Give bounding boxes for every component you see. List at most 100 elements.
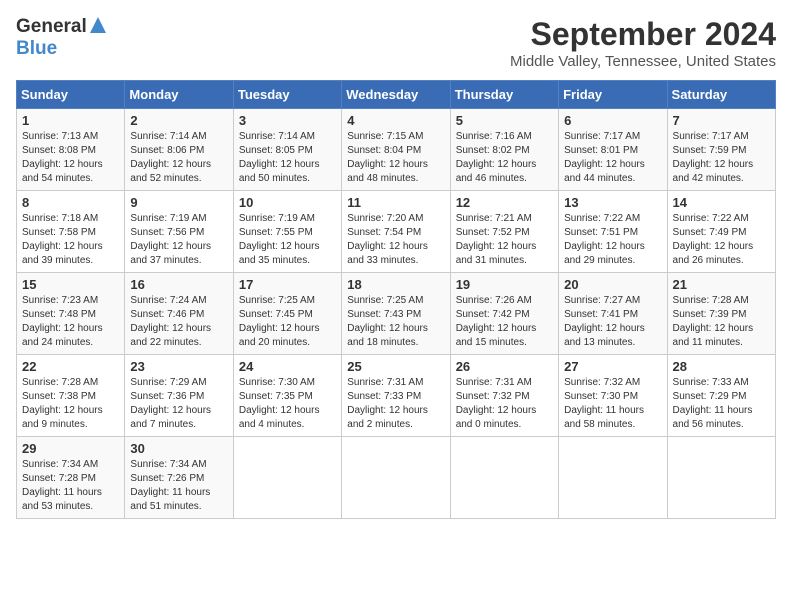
day-number: 2: [130, 113, 227, 128]
day-number: 21: [673, 277, 770, 292]
calendar-cell: 26 Sunrise: 7:31 AMSunset: 7:32 PMDayligh…: [450, 355, 558, 437]
calendar-cell: 19 Sunrise: 7:26 AMSunset: 7:42 PMDayligh…: [450, 273, 558, 355]
day-number: 20: [564, 277, 661, 292]
calendar-week-3: 15 Sunrise: 7:23 AMSunset: 7:48 PMDayligh…: [17, 273, 776, 355]
day-info: Sunrise: 7:22 AMSunset: 7:49 PMDaylight:…: [673, 213, 754, 266]
day-number: 27: [564, 359, 661, 374]
header: General Blue September 2024 Middle Valle…: [16, 16, 776, 70]
day-info: Sunrise: 7:17 AMSunset: 8:01 PMDaylight:…: [564, 131, 645, 184]
calendar-week-2: 8 Sunrise: 7:18 AMSunset: 7:58 PMDaylight…: [17, 191, 776, 273]
header-wednesday: Wednesday: [342, 81, 450, 109]
day-number: 13: [564, 195, 661, 210]
day-info: Sunrise: 7:31 AMSunset: 7:32 PMDaylight:…: [456, 377, 537, 430]
calendar-cell: [450, 437, 558, 519]
header-thursday: Thursday: [450, 81, 558, 109]
day-info: Sunrise: 7:17 AMSunset: 7:59 PMDaylight:…: [673, 131, 754, 184]
calendar-cell: 2Sunrise: 7:14 AMSunset: 8:06 PMDaylight…: [125, 109, 233, 191]
calendar-cell: 15 Sunrise: 7:23 AMSunset: 7:48 PMDayligh…: [17, 273, 125, 355]
day-info: Sunrise: 7:28 AMSunset: 7:38 PMDaylight:…: [22, 377, 103, 430]
logo-triangle-icon: [89, 16, 107, 34]
day-info: Sunrise: 7:25 AMSunset: 7:45 PMDaylight:…: [239, 295, 320, 348]
day-number: 15: [22, 277, 119, 292]
calendar-cell: 10Sunrise: 7:19 AMSunset: 7:55 PMDayligh…: [233, 191, 341, 273]
calendar-cell: 3Sunrise: 7:14 AMSunset: 8:05 PMDaylight…: [233, 109, 341, 191]
day-info: Sunrise: 7:24 AMSunset: 7:46 PMDaylight:…: [130, 295, 211, 348]
day-number: 16: [130, 277, 227, 292]
day-number: 8: [22, 195, 119, 210]
calendar-cell: 1 Sunrise: 7:13 AMSunset: 8:08 PMDaylight…: [17, 109, 125, 191]
day-info: Sunrise: 7:32 AMSunset: 7:30 PMDaylight:…: [564, 377, 644, 430]
header-saturday: Saturday: [667, 81, 775, 109]
day-number: 25: [347, 359, 444, 374]
day-info: Sunrise: 7:23 AMSunset: 7:48 PMDaylight:…: [22, 295, 103, 348]
day-info: Sunrise: 7:27 AMSunset: 7:41 PMDaylight:…: [564, 295, 645, 348]
calendar-cell: 28 Sunrise: 7:33 AMSunset: 7:29 PMDayligh…: [667, 355, 775, 437]
header-friday: Friday: [559, 81, 667, 109]
calendar-cell: 29 Sunrise: 7:34 AMSunset: 7:28 PMDayligh…: [17, 437, 125, 519]
day-number: 17: [239, 277, 336, 292]
day-number: 18: [347, 277, 444, 292]
day-number: 1: [22, 113, 119, 128]
calendar-subtitle: Middle Valley, Tennessee, United States: [510, 53, 776, 70]
day-info: Sunrise: 7:16 AMSunset: 8:02 PMDaylight:…: [456, 131, 537, 184]
day-number: 10: [239, 195, 336, 210]
title-area: September 2024 Middle Valley, Tennessee,…: [510, 16, 776, 70]
calendar-cell: [233, 437, 341, 519]
calendar-cell: 20 Sunrise: 7:27 AMSunset: 7:41 PMDayligh…: [559, 273, 667, 355]
day-number: 23: [130, 359, 227, 374]
calendar-cell: 16 Sunrise: 7:24 AMSunset: 7:46 PMDayligh…: [125, 273, 233, 355]
day-info: Sunrise: 7:28 AMSunset: 7:39 PMDaylight:…: [673, 295, 754, 348]
calendar-cell: 22Sunrise: 7:28 AMSunset: 7:38 PMDayligh…: [17, 355, 125, 437]
day-number: 28: [673, 359, 770, 374]
logo: General Blue: [16, 16, 107, 60]
logo-blue-text: Blue: [16, 38, 57, 60]
day-number: 6: [564, 113, 661, 128]
day-info: Sunrise: 7:25 AMSunset: 7:43 PMDaylight:…: [347, 295, 428, 348]
day-number: 26: [456, 359, 553, 374]
day-number: 11: [347, 195, 444, 210]
calendar-cell: 18 Sunrise: 7:25 AMSunset: 7:43 PMDayligh…: [342, 273, 450, 355]
calendar-header-row: SundayMondayTuesdayWednesdayThursdayFrid…: [17, 81, 776, 109]
day-info: Sunrise: 7:29 AMSunset: 7:36 PMDaylight:…: [130, 377, 211, 430]
calendar-title: September 2024: [510, 16, 776, 53]
day-info: Sunrise: 7:34 AMSunset: 7:26 PMDaylight:…: [130, 459, 210, 512]
day-info: Sunrise: 7:22 AMSunset: 7:51 PMDaylight:…: [564, 213, 645, 266]
calendar-cell: 24Sunrise: 7:30 AMSunset: 7:35 PMDayligh…: [233, 355, 341, 437]
day-info: Sunrise: 7:15 AMSunset: 8:04 PMDaylight:…: [347, 131, 428, 184]
day-number: 14: [673, 195, 770, 210]
calendar-table: SundayMondayTuesdayWednesdayThursdayFrid…: [16, 80, 776, 519]
calendar-cell: [342, 437, 450, 519]
day-info: Sunrise: 7:26 AMSunset: 7:42 PMDaylight:…: [456, 295, 537, 348]
calendar-cell: 4 Sunrise: 7:15 AMSunset: 8:04 PMDaylight…: [342, 109, 450, 191]
calendar-cell: 11 Sunrise: 7:20 AMSunset: 7:54 PMDayligh…: [342, 191, 450, 273]
logo-general-text: General: [16, 16, 87, 38]
day-info: Sunrise: 7:33 AMSunset: 7:29 PMDaylight:…: [673, 377, 753, 430]
day-number: 7: [673, 113, 770, 128]
header-sunday: Sunday: [17, 81, 125, 109]
header-tuesday: Tuesday: [233, 81, 341, 109]
day-number: 4: [347, 113, 444, 128]
day-info: Sunrise: 7:20 AMSunset: 7:54 PMDaylight:…: [347, 213, 428, 266]
day-info: Sunrise: 7:31 AMSunset: 7:33 PMDaylight:…: [347, 377, 428, 430]
day-number: 24: [239, 359, 336, 374]
calendar-cell: 5 Sunrise: 7:16 AMSunset: 8:02 PMDaylight…: [450, 109, 558, 191]
day-info: Sunrise: 7:13 AMSunset: 8:08 PMDaylight:…: [22, 131, 103, 184]
calendar-week-5: 29 Sunrise: 7:34 AMSunset: 7:28 PMDayligh…: [17, 437, 776, 519]
calendar-cell: [559, 437, 667, 519]
calendar-cell: 7 Sunrise: 7:17 AMSunset: 7:59 PMDaylight…: [667, 109, 775, 191]
calendar-cell: 6 Sunrise: 7:17 AMSunset: 8:01 PMDaylight…: [559, 109, 667, 191]
calendar-cell: 17 Sunrise: 7:25 AMSunset: 7:45 PMDayligh…: [233, 273, 341, 355]
day-info: Sunrise: 7:18 AMSunset: 7:58 PMDaylight:…: [22, 213, 103, 266]
calendar-week-4: 22Sunrise: 7:28 AMSunset: 7:38 PMDayligh…: [17, 355, 776, 437]
day-number: 29: [22, 441, 119, 456]
calendar-cell: 30Sunrise: 7:34 AMSunset: 7:26 PMDayligh…: [125, 437, 233, 519]
day-number: 19: [456, 277, 553, 292]
day-info: Sunrise: 7:19 AMSunset: 7:56 PMDaylight:…: [130, 213, 211, 266]
day-number: 5: [456, 113, 553, 128]
day-info: Sunrise: 7:34 AMSunset: 7:28 PMDaylight:…: [22, 459, 102, 512]
calendar-cell: 25 Sunrise: 7:31 AMSunset: 7:33 PMDayligh…: [342, 355, 450, 437]
day-number: 9: [130, 195, 227, 210]
calendar-cell: 8 Sunrise: 7:18 AMSunset: 7:58 PMDaylight…: [17, 191, 125, 273]
day-number: 12: [456, 195, 553, 210]
day-number: 3: [239, 113, 336, 128]
